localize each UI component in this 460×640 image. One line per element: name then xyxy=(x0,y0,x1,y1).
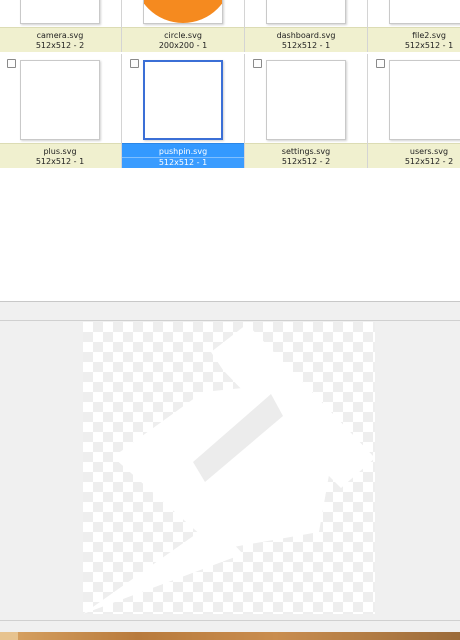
file-tile[interactable]: plus.svg 512x512 - 1 xyxy=(0,54,122,174)
file-caption: settings.svg 512x512 - 2 xyxy=(245,143,367,168)
file-name: users.svg xyxy=(409,147,449,156)
file-tile[interactable]: file2.svg 512x512 - 1 xyxy=(368,0,460,58)
select-checkbox[interactable] xyxy=(376,59,385,68)
file-tile[interactable]: dashboard.svg 512x512 - 1 xyxy=(245,0,368,58)
file-name: camera.svg xyxy=(36,31,84,40)
file-dimensions: 512x512 - 1 xyxy=(404,41,454,50)
file-tile[interactable]: pushpin.svg 512x512 - 1 xyxy=(122,54,245,174)
select-checkbox[interactable] xyxy=(7,59,16,68)
divider xyxy=(0,620,460,621)
file-dimensions: 512x512 - 2 xyxy=(35,41,85,50)
file-caption: dashboard.svg 512x512 - 1 xyxy=(245,27,367,52)
file-name: circle.svg xyxy=(164,31,202,40)
select-checkbox[interactable] xyxy=(253,59,262,68)
file-thumbnail[interactable] xyxy=(389,60,460,140)
preview-canvas xyxy=(83,322,375,614)
file-caption: pushpin.svg 512x512 - 1 xyxy=(122,143,244,168)
file-thumbnail[interactable] xyxy=(143,60,223,140)
pushpin-icon xyxy=(83,324,375,614)
file-dimensions: 512x512 - 2 xyxy=(281,157,331,166)
file-caption: users.svg 512x512 - 2 xyxy=(368,143,460,168)
file-name: plus.svg xyxy=(43,147,77,156)
start-button[interactable] xyxy=(0,632,18,640)
file-tile[interactable]: circle.svg 200x200 - 1 xyxy=(122,0,245,58)
file-thumbnail[interactable] xyxy=(20,0,100,24)
file-thumbnail[interactable] xyxy=(389,0,460,24)
file-name: pushpin.svg xyxy=(122,147,244,157)
taskbar xyxy=(0,632,460,640)
file-dimensions: 512x512 - 2 xyxy=(404,157,454,166)
file-dimensions: 200x200 - 1 xyxy=(158,41,208,50)
file-caption: camera.svg 512x512 - 2 xyxy=(0,27,121,52)
file-caption: file2.svg 512x512 - 1 xyxy=(368,27,460,52)
file-thumbnail[interactable] xyxy=(266,0,346,24)
file-caption: plus.svg 512x512 - 1 xyxy=(0,143,121,168)
circle-icon xyxy=(144,0,222,23)
file-dimensions: 512x512 - 1 xyxy=(35,157,85,166)
file-thumbnail[interactable] xyxy=(266,60,346,140)
file-name: file2.svg xyxy=(412,31,446,40)
file-name: dashboard.svg xyxy=(276,31,336,40)
thumbnail-grid[interactable]: camera.svg 512x512 - 2 circle.svg 200x200 -… xyxy=(0,0,460,302)
file-dimensions: 512x512 - 1 xyxy=(281,41,331,50)
file-tile[interactable]: settings.svg 512x512 - 2 xyxy=(245,54,368,174)
file-thumbnail[interactable] xyxy=(143,0,223,24)
file-caption: circle.svg 200x200 - 1 xyxy=(122,27,244,52)
file-name: settings.svg xyxy=(281,147,331,156)
select-checkbox[interactable] xyxy=(130,59,139,68)
file-tile[interactable]: camera.svg 512x512 - 2 xyxy=(0,0,122,58)
file-thumbnail[interactable] xyxy=(20,60,100,140)
file-dimensions: 512x512 - 1 xyxy=(122,157,244,168)
divider xyxy=(0,320,460,321)
file-tile[interactable]: users.svg 512x512 - 2 xyxy=(368,54,460,174)
